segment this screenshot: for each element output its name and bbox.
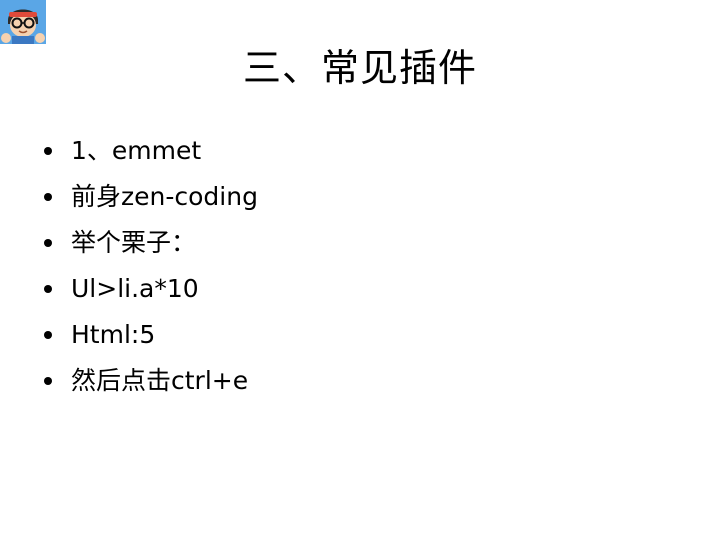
bullet-text: Html:5 xyxy=(71,320,156,349)
bullet-item: Html:5 xyxy=(44,316,258,362)
bullet-text: 然后点击ctrl+e xyxy=(71,366,249,395)
bullet-text: Ul>li.a*10 xyxy=(71,274,199,303)
bullet-item: Ul>li.a*10 xyxy=(44,270,258,316)
cartoon-avatar-icon xyxy=(0,0,46,44)
slide: 三、常见插件 1、emmet 前身zen-coding 举个栗子： Ul>li.… xyxy=(0,0,720,540)
bullet-item: 然后点击ctrl+e xyxy=(44,362,258,408)
bullet-list: 1、emmet 前身zen-coding 举个栗子： Ul>li.a*10 Ht… xyxy=(44,132,258,408)
bullet-item: 前身zen-coding xyxy=(44,178,258,224)
bullet-dot-icon xyxy=(44,193,52,201)
bullet-item: 1、emmet xyxy=(44,132,258,178)
bullet-dot-icon xyxy=(44,377,52,385)
bullet-item: 举个栗子： xyxy=(44,224,258,270)
bullet-text: 1、emmet xyxy=(71,136,202,165)
bullet-dot-icon xyxy=(44,147,52,155)
bullet-dot-icon xyxy=(44,331,52,339)
slide-title: 三、常见插件 xyxy=(242,46,477,90)
bullet-text: 举个栗子： xyxy=(71,228,197,257)
bullet-text: 前身zen-coding xyxy=(71,182,258,211)
bullet-dot-icon xyxy=(44,285,52,293)
bullet-dot-icon xyxy=(44,239,52,247)
